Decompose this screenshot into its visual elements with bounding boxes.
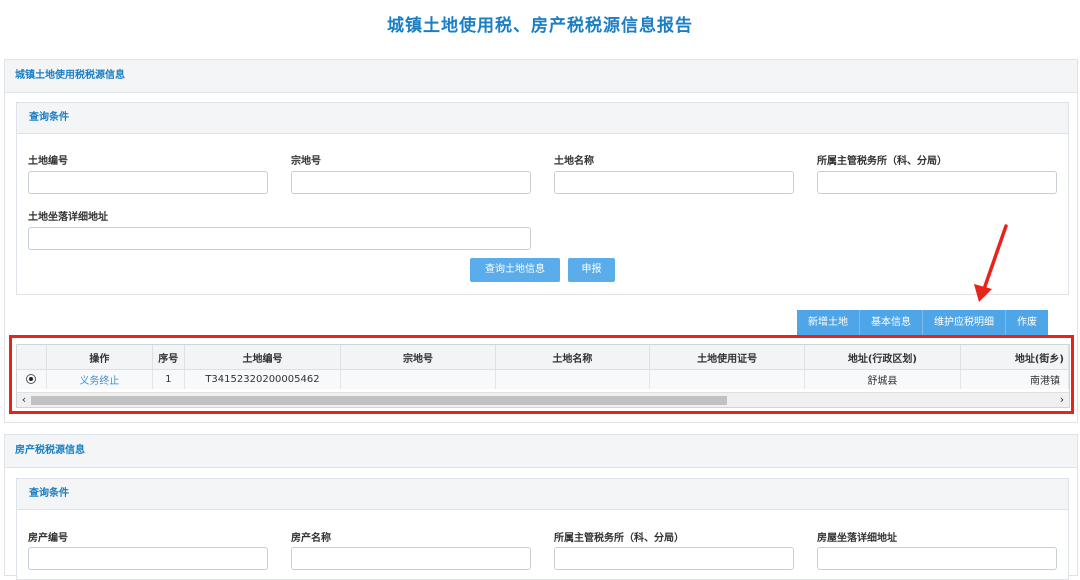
- house-name-input[interactable]: [291, 547, 531, 570]
- tax-office-input[interactable]: [817, 171, 1057, 194]
- terminate-obligation-link[interactable]: 义务终止: [46, 369, 153, 389]
- house-address-label: 房屋坐落详细地址: [817, 533, 897, 544]
- land-no-input[interactable]: [28, 171, 268, 194]
- table-row[interactable]: 义务终止 1 T34152320200005462 舒城县 南港镇: [17, 369, 1069, 389]
- house-tax-panel-header: 房产税税源信息: [5, 435, 1077, 468]
- col-index: 序号: [152, 345, 185, 370]
- col-select: [17, 345, 47, 370]
- maintain-tax-detail-button[interactable]: 维护应税明细: [923, 310, 1006, 335]
- row-land-name: [495, 369, 651, 389]
- parcel-no-label: 宗地号: [291, 156, 321, 167]
- land-toolbar: 新增土地 基本信息 维护应税明细 作废: [797, 310, 1048, 335]
- row-cert-no: [649, 369, 806, 389]
- col-land-name: 土地名称: [495, 345, 651, 370]
- land-query-header: 查询条件: [17, 103, 1068, 134]
- house-tax-office-label: 所属主管税务所（科、分局）: [554, 533, 684, 544]
- land-name-label: 土地名称: [554, 156, 594, 167]
- house-address-input[interactable]: [817, 547, 1057, 570]
- col-region: 地址(行政区划): [804, 345, 961, 370]
- land-address-input[interactable]: [28, 227, 531, 250]
- page-title: 城镇土地使用税、房产税税源信息报告: [387, 16, 693, 36]
- house-no-input[interactable]: [28, 547, 268, 570]
- tax-office-label: 所属主管税务所（科、分局）: [817, 156, 947, 167]
- col-street: 地址(街乡): [960, 345, 1069, 370]
- row-region: 舒城县: [804, 369, 961, 389]
- row-street: 南港镇: [960, 369, 1069, 389]
- land-no-label: 土地编号: [28, 156, 68, 167]
- red-arrow-icon: [974, 224, 1008, 302]
- add-land-button[interactable]: 新增土地: [797, 310, 860, 335]
- void-button[interactable]: 作废: [1006, 310, 1048, 335]
- declare-button[interactable]: 申报: [568, 258, 615, 282]
- house-name-label: 房产名称: [291, 533, 331, 544]
- land-tax-panel-header: 城镇土地使用税税源信息: [5, 60, 1077, 93]
- house-tax-office-input[interactable]: [554, 547, 794, 570]
- row-radio[interactable]: [17, 369, 47, 389]
- land-address-label: 土地坐落详细地址: [28, 212, 108, 223]
- row-land-no: T34152320200005462: [184, 369, 342, 389]
- scrollbar-thumb[interactable]: [31, 396, 727, 405]
- chevron-left-icon[interactable]: ‹: [17, 393, 31, 407]
- basic-info-button[interactable]: 基本信息: [860, 310, 923, 335]
- parcel-no-input[interactable]: [291, 171, 531, 194]
- table-horizontal-scrollbar[interactable]: ‹ ›: [17, 392, 1069, 407]
- land-name-input[interactable]: [554, 171, 794, 194]
- col-action: 操作: [46, 345, 153, 370]
- row-parcel-no: [340, 369, 496, 389]
- radio-selected-icon[interactable]: [26, 374, 37, 384]
- table-header-row: 操作 序号 土地编号 宗地号 土地名称 土地使用证号 地址(行政区划) 地址(街…: [17, 345, 1069, 370]
- land-table: 操作 序号 土地编号 宗地号 土地名称 土地使用证号 地址(行政区划) 地址(街…: [16, 344, 1070, 408]
- query-land-button[interactable]: 查询土地信息: [470, 258, 560, 282]
- house-no-label: 房产编号: [28, 533, 68, 544]
- col-parcel-no: 宗地号: [340, 345, 496, 370]
- house-query-header: 查询条件: [17, 479, 1068, 510]
- col-land-no: 土地编号: [184, 345, 342, 370]
- chevron-right-icon[interactable]: ›: [1055, 393, 1069, 407]
- col-cert-no: 土地使用证号: [649, 345, 806, 370]
- row-index: 1: [152, 369, 185, 389]
